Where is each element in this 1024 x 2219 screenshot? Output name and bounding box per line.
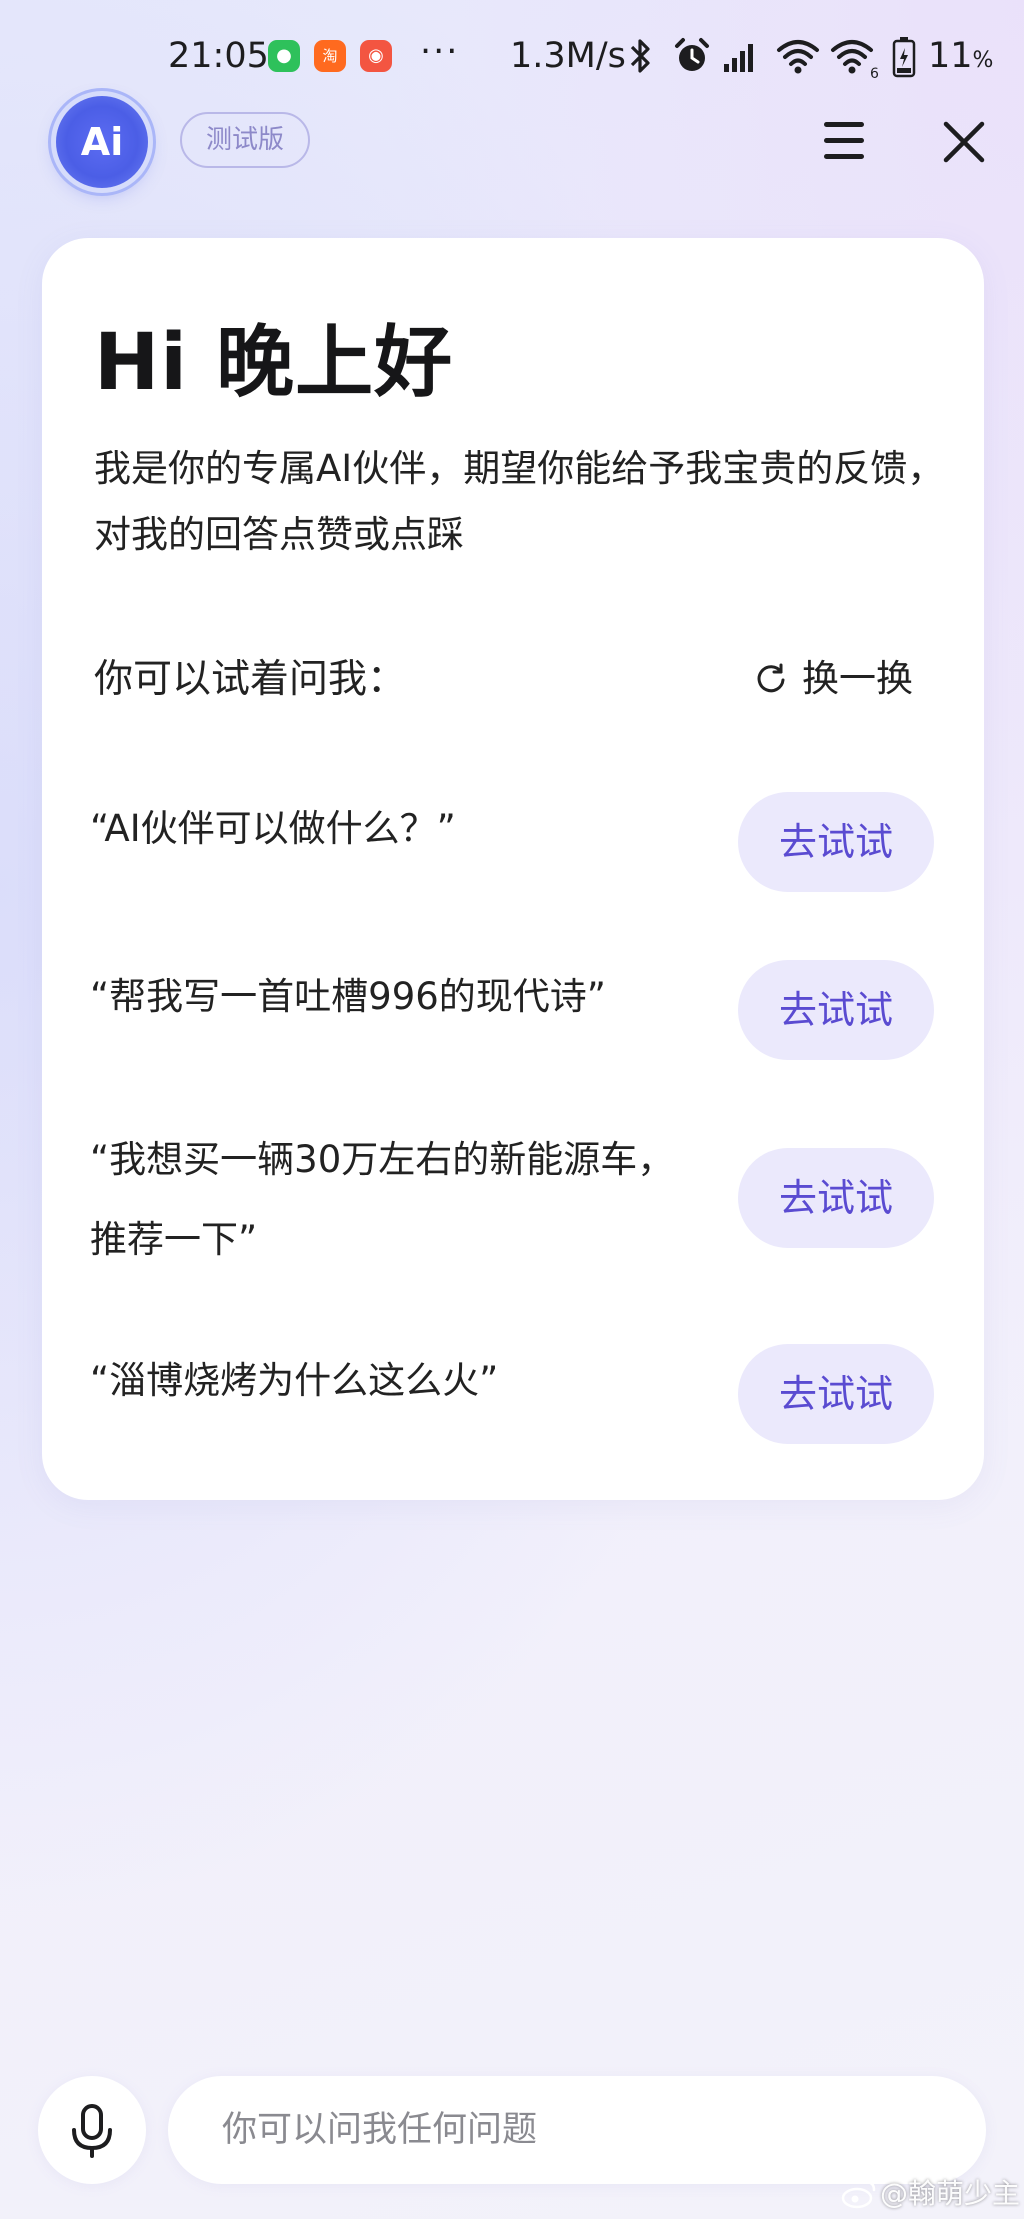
menu-button[interactable]: [818, 114, 876, 168]
voice-input-button[interactable]: [38, 2076, 146, 2184]
taobao-icon: 淘: [314, 40, 346, 72]
menu-icon: [824, 122, 864, 159]
microphone-icon: [72, 2104, 112, 2158]
battery-percent: 11%: [928, 36, 994, 76]
suggestion-text: “AI伙伴可以做什么？”: [90, 807, 456, 850]
try-button[interactable]: 去试试: [738, 792, 934, 892]
status-bar: 21:05 ● 淘 ◉ ··· 1.3M/s 6 11%: [0, 0, 1024, 112]
greeting-title: Hi 晚上好: [94, 318, 454, 408]
battery-icon: [892, 37, 916, 78]
wechat-icon: ●: [268, 40, 300, 72]
try-button[interactable]: 去试试: [738, 960, 934, 1060]
svg-text:6: 6: [870, 66, 879, 80]
network-speed: 1.3M/s: [510, 36, 626, 76]
question-input[interactable]: [168, 2076, 986, 2184]
beta-badge: 测试版: [180, 112, 310, 168]
try-button[interactable]: 去试试: [738, 1148, 934, 1248]
suggestion-text: “淄博烧烤为什么这么火”: [90, 1359, 499, 1402]
status-time: 21:05: [168, 36, 269, 76]
ai-logo: Ai: [56, 96, 148, 188]
suggestions-label: 你可以试着问我：: [94, 657, 407, 702]
more-notifications-icon: ···: [420, 32, 460, 72]
try-button[interactable]: 去试试: [738, 1344, 934, 1444]
weibo-icon: [841, 2180, 876, 2209]
welcome-card: Hi 晚上好 我是你的专属AI伙伴，期望你能给予我宝贵的反馈，对我的回答点赞或点…: [42, 238, 984, 1500]
wifi-icon: [777, 40, 819, 74]
cellular-signal-icon: [724, 44, 753, 72]
xiaomi-icon: ◉: [360, 40, 392, 72]
watermark: @翰萌少主: [880, 2177, 1021, 2210]
refresh-label: 换一换: [802, 657, 913, 700]
suggestion-text: “我想买一辆30万左右的新能源车，推荐一下”: [90, 1138, 675, 1261]
bluetooth-icon: [630, 39, 650, 73]
refresh-suggestions-button[interactable]: 换一换: [754, 648, 913, 708]
suggestion-text: “帮我写一首吐槽996的现代诗”: [90, 975, 606, 1018]
refresh-icon: [757, 663, 785, 693]
wifi-6-icon: 6: [831, 40, 879, 80]
intro-text: 我是你的专属AI伙伴，期望你能给予我宝贵的反馈，对我的回答点赞或点踩: [94, 447, 945, 556]
close-button[interactable]: [936, 114, 992, 170]
alarm-icon: [675, 38, 709, 71]
close-icon: [943, 121, 985, 163]
